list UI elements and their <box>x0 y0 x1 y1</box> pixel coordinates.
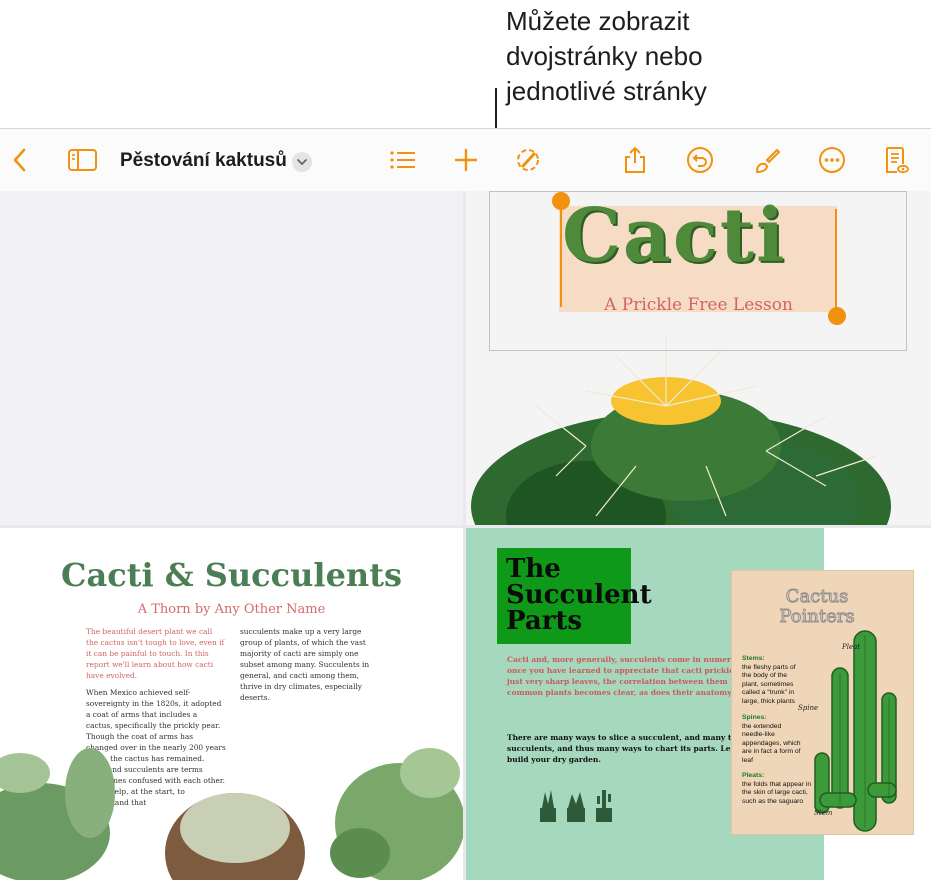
format-brush-icon <box>517 149 539 171</box>
pointer-stems: Stems: the fleshy parts of the body of t… <box>742 655 804 706</box>
sidebar-icon <box>68 149 97 171</box>
plant-icons <box>540 790 612 822</box>
more-button[interactable] <box>817 145 847 175</box>
parts-title[interactable]: The Succulent Parts <box>506 556 652 634</box>
share-icon <box>625 146 645 173</box>
pointer-heading: Stems: <box>742 655 765 662</box>
blank-page[interactable] <box>0 191 463 525</box>
pointers-title-line-1: Cactus <box>785 586 849 607</box>
paintbrush-button[interactable] <box>752 145 782 175</box>
pointer-heading: Pleats: <box>742 772 765 779</box>
document-title[interactable]: Pěstování kaktusů <box>120 150 287 172</box>
succulents-photo <box>0 748 463 880</box>
selection-start-handle[interactable] <box>552 192 570 210</box>
reading-view-icon <box>886 147 909 174</box>
selection-frame <box>489 191 907 351</box>
more-icon <box>819 147 845 173</box>
pointer-text: the folds that appear in the skin of lar… <box>742 780 812 805</box>
pointer-text: the fleshy parts of the body of the plan… <box>742 663 796 705</box>
parts-title-line-1: The <box>506 554 561 584</box>
outline-button[interactable] <box>388 145 418 175</box>
pointers-title: Cactus Pointers <box>732 586 902 627</box>
list-icon <box>390 151 415 169</box>
label-pleat: Pleat <box>842 643 861 651</box>
cactus-photo <box>471 336 891 525</box>
spread-subtitle[interactable]: A Thorn by Any Other Name <box>0 602 463 617</box>
reading-view-button[interactable] <box>880 145 910 175</box>
spread-title[interactable]: Cacti & Succulents <box>0 556 463 594</box>
selection-end-bar <box>835 209 837 317</box>
selection-start-bar <box>560 203 562 307</box>
callout-line-3: jednotlivé stránky <box>506 76 707 106</box>
pointer-pleats: Pleats: the folds that appear in the ski… <box>742 772 812 806</box>
cactus-illustration <box>814 630 897 832</box>
parts-title-line-2: Succulent <box>506 580 652 610</box>
callout-line-1: Můžete zobrazit <box>506 6 690 36</box>
pointer-text: the extended needle-like appendages, whi… <box>742 722 801 764</box>
spread-left-page[interactable]: Cacti & Succulents A Thorn by Any Other … <box>0 528 463 880</box>
paintbrush-icon <box>755 148 781 174</box>
spread-right-page[interactable]: The Succulent Parts Cacti and, more gene… <box>466 528 931 880</box>
title-menu-button[interactable] <box>292 152 312 172</box>
insert-button[interactable] <box>451 145 481 175</box>
toolbar: Pěstování kaktusů <box>0 128 931 192</box>
body-column-2[interactable]: succulents make up a very large group of… <box>240 626 380 703</box>
body-text-col2: succulents make up a very large group of… <box>240 627 370 702</box>
document-canvas[interactable]: Cacti A Prickle Free Lesson Cacti & Succ… <box>0 191 931 880</box>
callout-line-2: dvojstránky nebo <box>506 41 703 71</box>
format-button[interactable] <box>513 145 543 175</box>
chevron-down-icon <box>297 159 307 166</box>
plus-icon <box>454 148 478 172</box>
back-button[interactable] <box>6 145 36 175</box>
parts-title-line-3: Parts <box>506 606 583 636</box>
label-stem: Stem <box>814 809 833 817</box>
undo-icon <box>687 147 713 173</box>
label-spine: Spine <box>798 704 819 712</box>
share-button[interactable] <box>620 145 650 175</box>
selection-end-handle[interactable] <box>828 307 846 325</box>
back-chevron-icon <box>13 148 26 172</box>
undo-button[interactable] <box>685 145 715 175</box>
intro-text: The beautiful desert plant we call the c… <box>86 627 225 680</box>
pointer-spines: Spines: the extended needle-like appenda… <box>742 714 804 765</box>
pointer-heading: Spines: <box>742 714 767 721</box>
cactus-pointers-card[interactable]: Cactus Pointers Stems: the fleshy parts … <box>732 571 913 834</box>
callout-text: Můžete zobrazit dvojstránky nebo jednotl… <box>506 4 707 109</box>
sidebar-button[interactable] <box>67 145 97 175</box>
